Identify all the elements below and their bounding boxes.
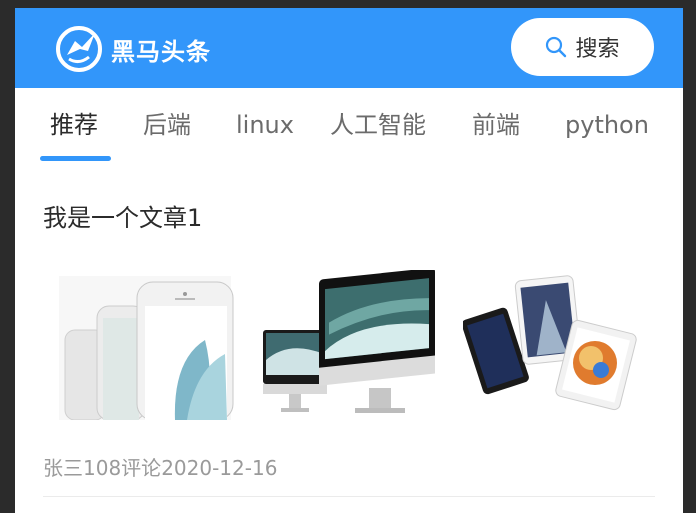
search-icon <box>546 36 567 58</box>
top-nav-bar: 黑马头条 搜索 <box>15 8 683 88</box>
tab-python[interactable]: python <box>565 88 649 166</box>
search-button[interactable]: 搜索 <box>511 18 654 76</box>
article-meta: 张三108评论2020-12-16 <box>43 452 277 481</box>
tab-frontend[interactable]: 前端 <box>472 88 520 166</box>
article-title[interactable]: 我是一个文章1 <box>43 198 202 233</box>
channel-tabs: 推荐 后端 linux 人工智能 前端 python <box>15 88 683 166</box>
app-name: 黑马头条 <box>111 37 211 66</box>
app-frame: 黑马头条 搜索 推荐 后端 linux 人工智能 前端 python 我是一个文… <box>15 8 683 513</box>
iphone-image[interactable] <box>55 270 235 420</box>
search-button-label: 搜索 <box>575 37 620 62</box>
app-logo: 黑马头条 <box>55 25 211 73</box>
tab-ai[interactable]: 人工智能 <box>330 88 426 166</box>
list-divider <box>43 496 655 497</box>
tab-recommend[interactable]: 推荐 <box>50 88 98 166</box>
article-comments: 108评论 <box>83 456 162 480</box>
imac-image[interactable] <box>259 270 439 420</box>
horse-logo-icon <box>56 26 102 72</box>
article-author: 张三 <box>43 456 83 480</box>
tab-linux[interactable]: linux <box>236 88 294 166</box>
article-date: 2020-12-16 <box>161 456 278 480</box>
tab-backend[interactable]: 后端 <box>143 88 191 166</box>
ipad-image[interactable] <box>463 270 643 420</box>
active-tab-indicator <box>40 156 111 161</box>
